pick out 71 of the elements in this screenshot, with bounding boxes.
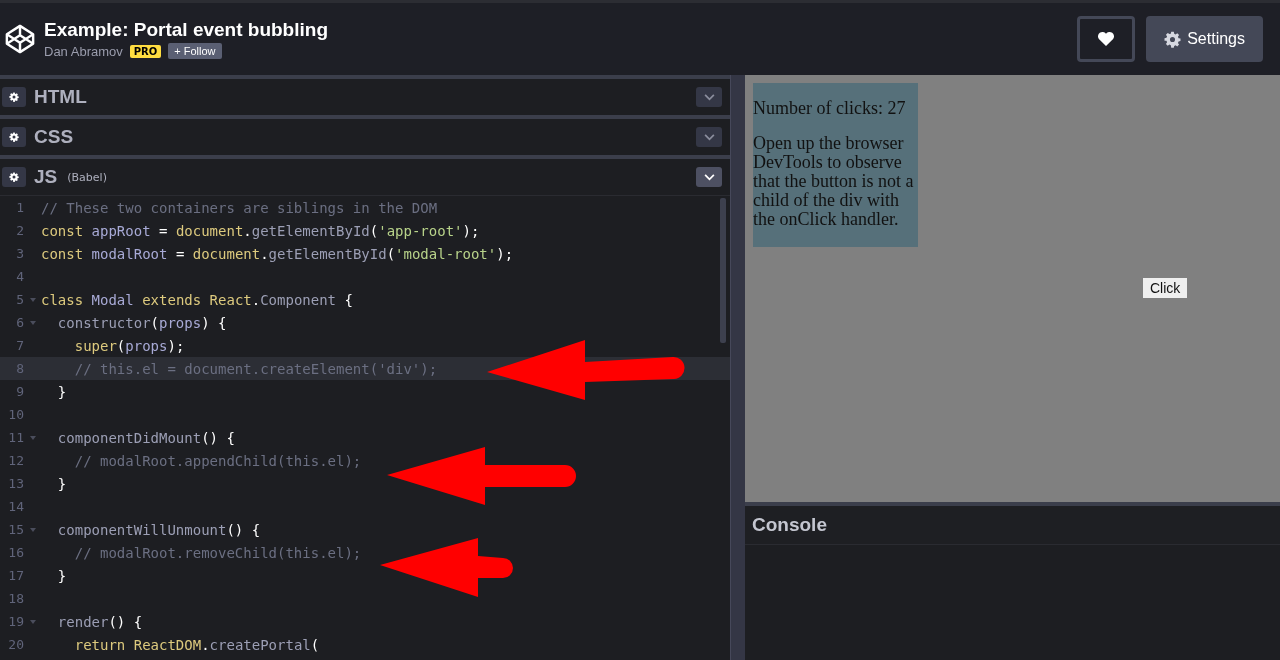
panel-settings-button[interactable] <box>2 127 26 147</box>
chevron-down-icon <box>703 173 715 181</box>
fold-arrow-icon[interactable] <box>29 527 36 532</box>
line-number: 6 <box>15 315 24 330</box>
line-number: 2 <box>15 223 24 238</box>
click-button[interactable]: Click <box>1143 278 1188 298</box>
line-number: 14 <box>7 499 24 514</box>
heart-icon <box>1097 31 1116 47</box>
settings-button[interactable]: Settings <box>1146 16 1263 62</box>
line-number: 9 <box>15 384 24 399</box>
line-number: 8 <box>15 361 24 376</box>
code-line: } <box>56 383 67 400</box>
code-line: componentWillUnmount() { <box>56 521 261 538</box>
line-number: 15 <box>7 522 24 537</box>
settings-icon <box>9 132 19 142</box>
code-line: const modalRoot = document.getElementById('modal-root'); <box>41 245 514 262</box>
console-title: Console <box>752 514 827 536</box>
code-line: super(props); <box>73 337 185 354</box>
line-number: 17 <box>7 568 24 583</box>
settings-icon <box>9 92 19 102</box>
panel-title: JS <box>34 166 58 188</box>
line-number: 5 <box>15 292 24 307</box>
line-number: 20 <box>7 637 24 652</box>
code-line: // modalRoot.appendChild(this.el); <box>73 452 362 469</box>
line-number: 16 <box>7 545 24 560</box>
panel-title: HTML <box>34 86 87 108</box>
line-number: 7 <box>15 338 24 353</box>
code-line: } <box>56 475 67 492</box>
code-line: constructor(props) { <box>56 314 227 331</box>
fold-arrow-icon[interactable] <box>29 297 36 302</box>
code-line: // modalRoot.removeChild(this.el); <box>73 544 362 561</box>
code-line: const appRoot = document.getElementById('app-root'); <box>41 222 480 239</box>
fold-arrow-icon[interactable] <box>29 619 36 624</box>
fold-arrow-icon[interactable] <box>29 435 36 440</box>
chevron-down-icon <box>703 133 715 141</box>
click-counter: Number of clicks: 27 <box>753 99 907 118</box>
line-number: 4 <box>15 269 24 284</box>
code-line: componentDidMount() { <box>56 429 235 446</box>
fold-arrow-icon[interactable] <box>29 320 36 325</box>
line-number: 11 <box>7 430 24 445</box>
line-number: 12 <box>7 453 24 468</box>
heart-button[interactable] <box>1077 16 1136 62</box>
pen-title: Example: Portal event bubbling <box>44 19 328 41</box>
panel-settings-button[interactable] <box>2 167 26 187</box>
line-number: 10 <box>7 407 24 422</box>
settings-icon <box>9 172 19 182</box>
panel-subtitle: (Babel) <box>67 170 107 184</box>
line-number: 19 <box>7 614 24 629</box>
code-line: // These two containers are siblings in the DOM <box>41 199 438 216</box>
line-number: 18 <box>7 591 24 606</box>
code-line: } <box>56 567 67 584</box>
line-number: 3 <box>15 246 24 261</box>
scrollbar[interactable] <box>720 198 726 343</box>
panel-collapse-button[interactable] <box>696 167 722 187</box>
follow-button[interactable]: + Follow <box>168 43 222 59</box>
line-number: 1 <box>15 200 24 215</box>
code-line: return ReactDOM.createPortal( <box>73 636 320 653</box>
pro-badge: PRO <box>129 44 162 58</box>
code-line: render() { <box>56 613 143 630</box>
cube-logo-icon[interactable] <box>5 24 35 54</box>
author-link[interactable]: Dan Abramov <box>44 43 123 59</box>
panel-settings-button[interactable] <box>2 87 26 107</box>
line-number: 13 <box>7 476 24 491</box>
description-text: Open up the browser DevTools to observe that the button is not a child of the div with the onClick handler. <box>753 134 915 229</box>
chevron-down-icon <box>703 93 715 101</box>
panel-collapse-button[interactable] <box>696 127 722 147</box>
code-line: // this.el = document.createElement('div'); <box>73 360 438 377</box>
code-line: class Modal extends React.Component { <box>41 291 353 308</box>
panel-title: CSS <box>34 126 74 148</box>
panel-collapse-button[interactable] <box>696 87 722 107</box>
settings-icon <box>1164 30 1182 48</box>
